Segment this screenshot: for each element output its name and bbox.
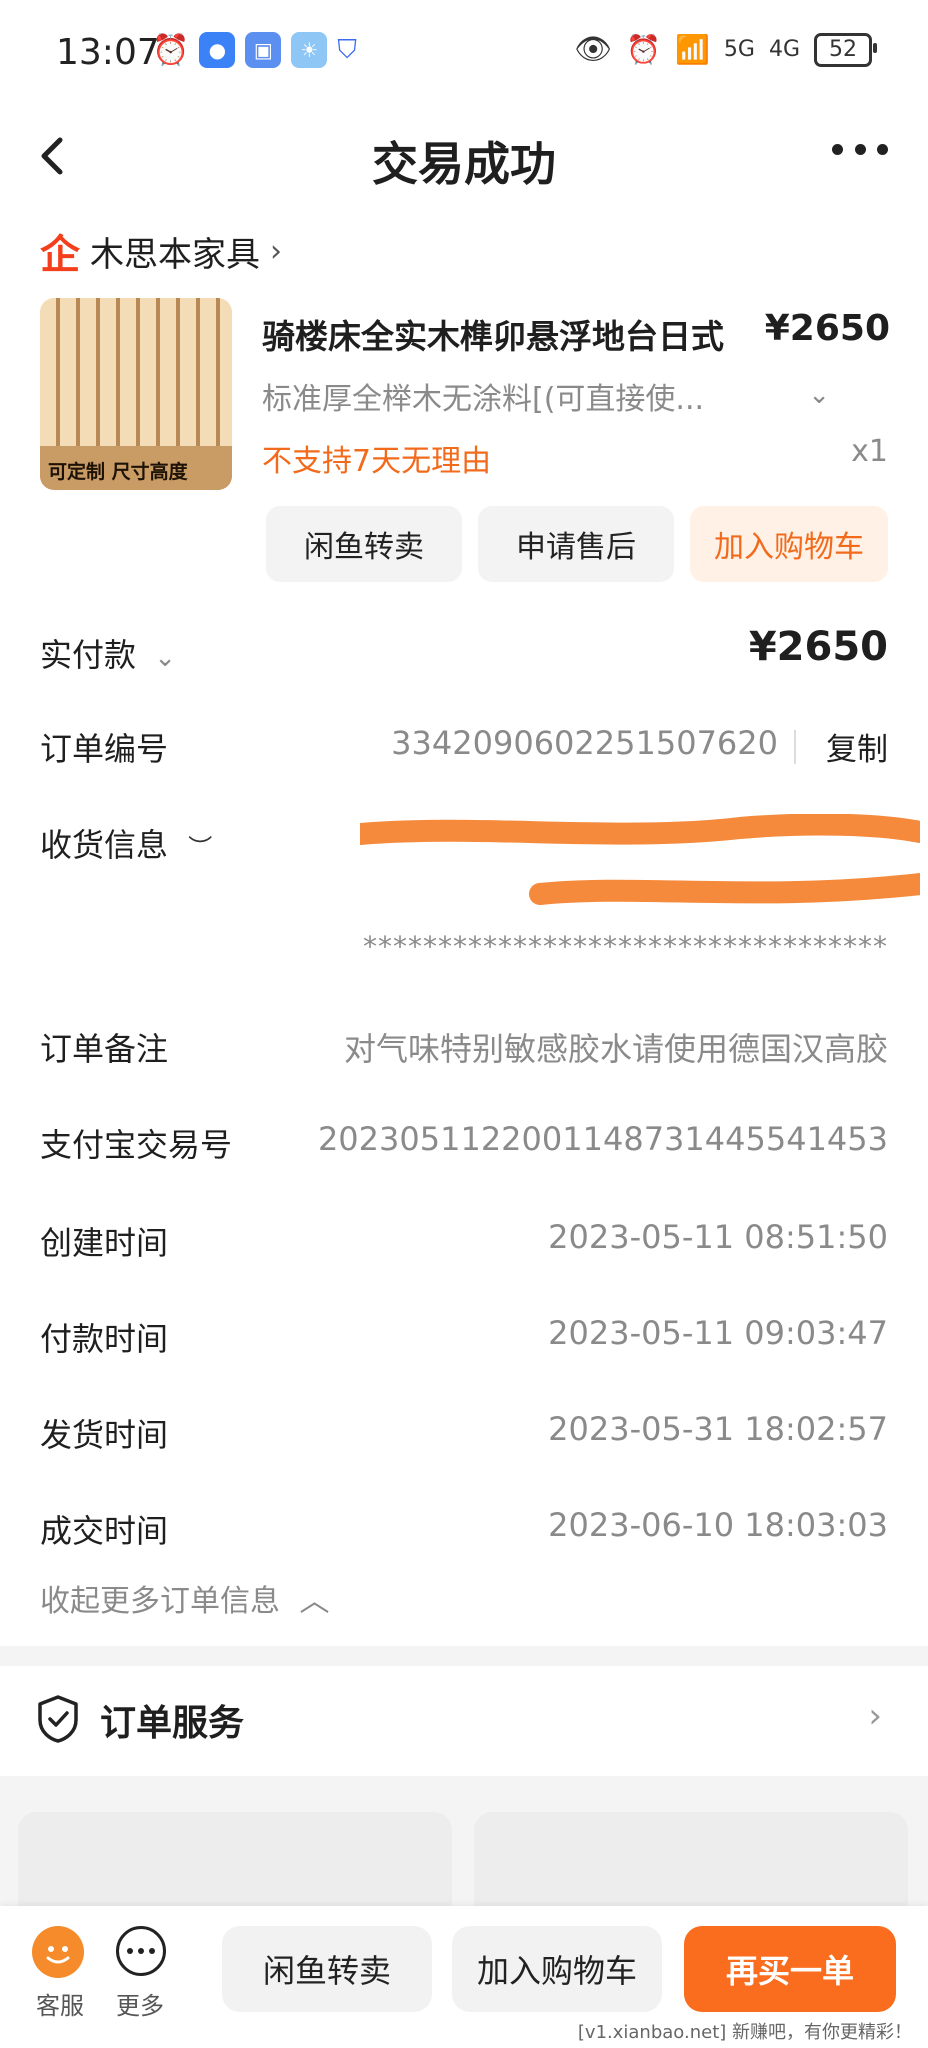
more-options-icon[interactable] xyxy=(832,144,888,164)
payment-row[interactable]: 实付款 ⌄ xyxy=(40,630,176,676)
product-quantity: x1 xyxy=(851,434,888,469)
message-app-icon: ● xyxy=(199,32,236,68)
eye-icon: 👁 xyxy=(574,32,613,67)
collapse-label: 收起更多订单信息 xyxy=(40,1584,280,1619)
add-to-cart-button[interactable]: 加入购物车 xyxy=(690,506,888,582)
paid-time-label: 付款时间 xyxy=(40,1320,169,1358)
weather-app-icon: ☀ xyxy=(291,32,328,68)
chevron-up-icon: ︿ xyxy=(299,1584,330,1619)
shipped-time-label: 发货时间 xyxy=(40,1416,169,1454)
order-service-label: 订单服务 xyxy=(100,1703,245,1744)
after-sales-button[interactable]: 申请售后 xyxy=(478,506,674,582)
chevron-right-icon: › xyxy=(270,233,282,269)
more-label[interactable]: 更多 xyxy=(110,1986,170,2021)
shop-icon: 企 xyxy=(40,232,80,278)
status-system-icons: 👁 ⏰ 📶 5G 4G 52 xyxy=(574,32,877,67)
status-time: 13:07 xyxy=(56,32,160,73)
product-spec[interactable]: 标准厚全榉木无涂料[(可直接使... xyxy=(262,374,782,418)
shop-link[interactable]: 企 木思本家具 › xyxy=(40,222,282,280)
alarm-icon: ⏰ xyxy=(152,32,190,68)
product-title[interactable]: 骑楼床全实木榫卯悬浮地台日式 xyxy=(262,310,752,358)
return-policy-warning: 不支持7天无理由 xyxy=(262,444,492,479)
product-image-caption: 可定制 尺寸高度 xyxy=(48,461,188,483)
shipped-time: 2023-05-31 18:02:57 xyxy=(548,1410,888,1448)
more-icon[interactable] xyxy=(116,1926,166,1976)
alarm-icon: ⏰ xyxy=(626,33,662,66)
order-note: 对气味特别敏感胶水请使用德国汉高胶 xyxy=(343,1030,888,1068)
payment-label: 实付款 xyxy=(40,636,137,674)
signal-5g-icon: 5G xyxy=(723,37,755,62)
watermark: [v1.xianbao.net] 新赚吧，有你更精彩！ xyxy=(573,2016,916,2046)
resell-bottom-button[interactable]: 闲鱼转卖 xyxy=(222,1926,432,2012)
closed-time: 2023-06-10 18:03:03 xyxy=(548,1506,888,1544)
chevron-down-icon: ⌄ xyxy=(154,643,176,673)
order-number-label: 订单编号 xyxy=(40,730,169,768)
created-time-label: 创建时间 xyxy=(40,1224,169,1262)
alipay-label: 支付宝交易号 xyxy=(40,1126,233,1164)
alipay-number: 2023051122001148731445541453 xyxy=(317,1120,888,1158)
shipping-masked: *********************************** xyxy=(363,930,888,963)
wifi-icon: 📶 xyxy=(675,33,710,66)
payment-amount: ¥2650 xyxy=(748,624,888,670)
page-title: 交易成功 xyxy=(372,137,556,191)
shipping-label: 收货信息 xyxy=(40,826,169,864)
product-price: ¥2650 xyxy=(764,308,890,349)
shield-check-icon xyxy=(38,1695,78,1743)
status-notification-icons: ⏰ ● ▣ ☀ ⛉ xyxy=(152,32,357,68)
battery-level: 52 xyxy=(829,37,857,62)
status-bar: 13:07 ⏰ ● ▣ ☀ ⛉ 👁 ⏰ 📶 5G 4G 52 xyxy=(0,0,928,110)
battery-icon: 52 xyxy=(814,32,877,67)
closed-time-label: 成交时间 xyxy=(40,1512,169,1550)
product-image[interactable]: 可定制 尺寸高度 xyxy=(40,298,232,490)
shipping-label-row[interactable]: 收货信息 ︶ xyxy=(40,820,212,866)
add-cart-bottom-button[interactable]: 加入购物车 xyxy=(452,1926,662,2012)
chevron-down-icon[interactable]: ⌄ xyxy=(808,380,830,410)
copy-button[interactable]: 复制 xyxy=(826,724,888,769)
signal-4g-icon: 4G xyxy=(768,37,800,62)
resell-button[interactable]: 闲鱼转卖 xyxy=(266,506,462,582)
order-note-label: 订单备注 xyxy=(40,1030,169,1068)
paid-time: 2023-05-11 09:03:47 xyxy=(548,1314,888,1352)
created-time: 2023-05-11 08:51:50 xyxy=(548,1218,888,1256)
customer-service-label[interactable]: 客服 xyxy=(32,1986,88,2021)
customer-service-icon[interactable] xyxy=(32,1926,84,1978)
shield-icon: ⛉ xyxy=(337,34,357,65)
divider xyxy=(794,730,796,764)
redaction-scribble xyxy=(360,814,920,905)
shop-name: 木思本家具 xyxy=(90,234,260,275)
collapse-order-info-button[interactable]: 收起更多订单信息 ︿ xyxy=(40,1576,330,1620)
eye-closed-icon[interactable]: ︶ xyxy=(188,834,212,862)
section-divider xyxy=(0,1646,928,1666)
order-number: 3342090602251507620 xyxy=(391,724,778,762)
rebuy-button[interactable]: 再买一单 xyxy=(684,1926,896,2012)
wallet-app-icon: ▣ xyxy=(245,32,282,68)
chevron-right-icon: › xyxy=(868,1696,882,1736)
